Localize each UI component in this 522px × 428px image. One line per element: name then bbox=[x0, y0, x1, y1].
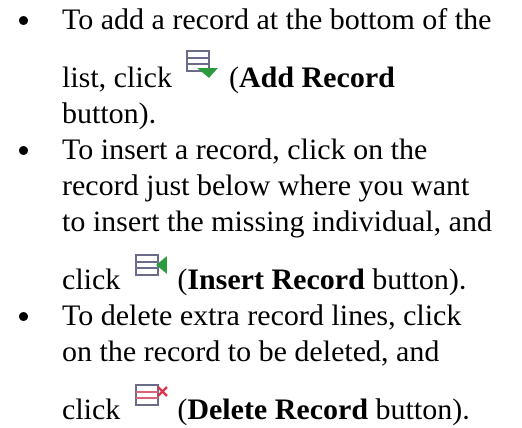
bullet-dot bbox=[19, 312, 28, 321]
list-item-delete-record: To delete extra record lines, click on t… bbox=[0, 298, 522, 428]
list-item-add-record: To add a record at the bottom of the lis… bbox=[0, 2, 522, 132]
delete-record-icon bbox=[134, 381, 168, 411]
add-record-button-name: Add Record bbox=[238, 61, 395, 94]
bullet-dot bbox=[19, 16, 28, 25]
insert-record-button-name: Insert Record bbox=[187, 263, 365, 296]
text-line: record just below where you want bbox=[62, 169, 470, 202]
text-line: list, click bbox=[62, 61, 172, 94]
text-line: To add a record at the bottom of the bbox=[62, 3, 492, 36]
text-line: on the record to be deleted, and bbox=[62, 335, 440, 368]
add-record-icon bbox=[185, 49, 219, 79]
bullet-dot bbox=[19, 146, 28, 155]
text-line: button). bbox=[62, 97, 157, 130]
delete-record-button-name: Delete Record bbox=[187, 393, 369, 426]
text-line: To delete extra record lines, click bbox=[62, 299, 462, 332]
instruction-list: To add a record at the bottom of the lis… bbox=[0, 0, 522, 428]
text-line: to insert the missing individual, and bbox=[62, 205, 492, 238]
text-line: To insert a record, click on the bbox=[62, 133, 428, 166]
list-item-insert-record: To insert a record, click on the record … bbox=[0, 132, 522, 298]
insert-record-icon bbox=[134, 251, 168, 281]
